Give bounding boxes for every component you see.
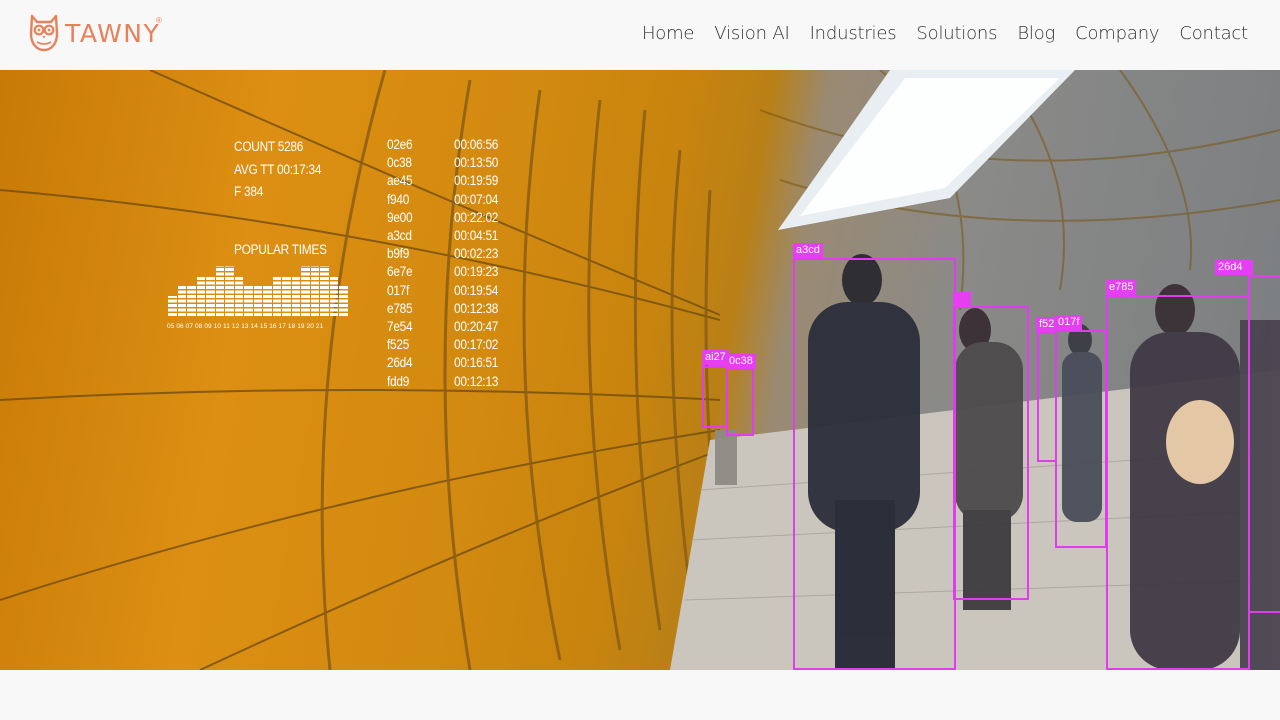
track-time: 00:12:13 [454,373,499,389]
detection-tag: e785 [1106,280,1137,295]
track-time: 00:22:02 [454,209,499,225]
nav-industries[interactable]: Industries [810,23,897,44]
track-time: 00:13:50 [454,155,499,171]
popular-times-bar [301,266,310,316]
detection-tag-blank [953,292,971,307]
popular-times-bar [253,286,262,316]
main-nav: Home Vision AI Industries Solutions Blog… [622,23,1248,44]
brand-logo[interactable]: TAWNY ® [28,14,162,52]
track-time: 00:17:02 [454,337,499,353]
track-id: 7e54 [387,319,413,335]
f-stat: F 384 [234,184,264,199]
popular-times-bar [215,266,224,316]
popular-times-bar [320,266,329,316]
nav-vision-ai[interactable]: Vision AI [714,23,789,44]
detection-box [1106,295,1250,670]
track-time: 00:19:23 [454,264,499,280]
track-time: 00:19:54 [454,282,499,298]
detection-box [1248,275,1280,613]
nav-solutions[interactable]: Solutions [916,23,997,44]
detection-tag: 26d4 [1215,260,1253,275]
detection-box [953,306,1029,600]
stats-panel: COUNT 5286 AVG TT 00:17:34 F 384 [234,136,321,204]
popular-times-bar [263,286,272,316]
brand-name: TAWNY [65,18,161,48]
track-id-list: 02e6 0c38 ae45 f940 9e00 a3cd b9f9 6e7e 017f e785… [387,136,413,391]
detection-tag: 017f [1055,315,1083,330]
owl-logo-icon [29,14,59,52]
track-id: 26d4 [387,355,413,371]
popular-times-bar [196,276,205,316]
popular-times-chart [168,266,348,316]
nav-blog[interactable]: Blog [1017,23,1055,44]
track-time: 00:12:38 [454,300,499,316]
track-time: 00:02:23 [454,246,499,262]
detection-box [726,368,754,436]
track-id: 02e6 [387,137,413,152]
nav-company[interactable]: Company [1075,23,1159,44]
track-time: 00:19:59 [454,173,499,189]
track-id: 9e00 [387,209,413,225]
detection-tag: ai27 [702,350,729,365]
track-id: b9f9 [387,246,410,262]
detection-box [1037,332,1057,462]
popular-times-bar [339,286,348,316]
detection-box [793,258,956,670]
track-id: ae45 [387,173,413,189]
popular-times-bar [272,276,281,316]
page-bottom-strip [0,670,1280,720]
track-id: fdd9 [387,373,410,389]
nav-home[interactable]: Home [642,23,695,44]
hero-video: COUNT 5286 AVG TT 00:17:34 F 384 POPULAR… [0,70,1280,670]
popular-times-bar [187,286,196,316]
track-id: 017f [387,282,410,298]
track-time: 00:07:04 [454,191,499,207]
popular-times-bar [244,286,253,316]
track-time-list: 00:06:56 00:13:50 00:19:59 00:07:04 00:22:02… [454,136,498,391]
detection-tag: a3cd [793,243,823,258]
detection-box [702,366,728,428]
track-id: a3cd [387,228,412,244]
popular-times-bar [206,276,215,316]
popular-times-label: POPULAR TIMES [234,242,327,257]
popular-times-bar [282,276,291,316]
track-time: 00:06:56 [454,137,499,152]
registered-mark: ® [156,16,162,25]
track-id: 6e7e [387,264,413,280]
track-time: 00:20:47 [454,319,499,335]
popular-times-bar [291,276,300,316]
track-time: 00:16:51 [454,355,499,371]
track-id: f525 [387,337,410,353]
track-id: e785 [387,300,413,316]
popular-times-hours: 05 06 07 08 09 10 11 12 13 14 15 16 17 1… [167,323,324,330]
popular-times-bar [310,266,319,316]
site-header: TAWNY ® Home Vision AI Industries Soluti… [0,0,1280,70]
detection-box [1055,330,1107,548]
nav-contact[interactable]: Contact [1179,23,1248,44]
track-id: 0c38 [387,155,412,171]
avg-tt-stat: AVG TT 00:17:34 [234,161,322,177]
popular-times-bar [225,266,234,316]
popular-times-bar [234,276,243,316]
track-time: 00:04:51 [454,228,499,244]
detection-tag: 0c38 [726,354,756,369]
track-id: f940 [387,191,410,207]
popular-times-bar [168,296,177,316]
popular-times-bar [329,276,338,316]
count-stat: COUNT 5286 [234,139,304,154]
popular-times-bar [177,286,186,316]
